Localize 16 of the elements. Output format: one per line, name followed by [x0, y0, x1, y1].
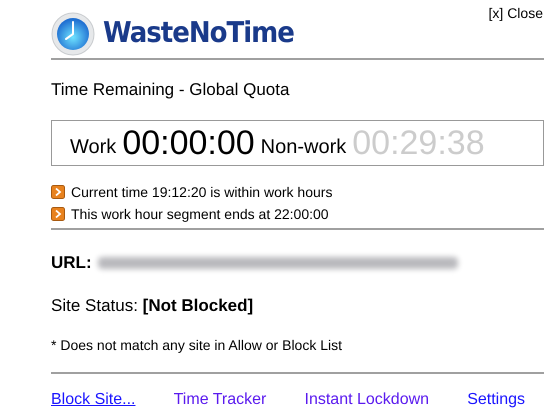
nav-link[interactable]: Block Site...: [51, 388, 136, 412]
status-note: Current time 19:12:20 is within work hours: [71, 183, 332, 201]
clock-icon: [51, 12, 95, 56]
section-heading: Time Remaining - Global Quota: [51, 79, 290, 101]
status-note: This work hour segment ends at 22:00:00: [71, 205, 329, 223]
non-work-label: Non-work: [260, 135, 346, 160]
footnote: * Does not match any site in Allow or Block List: [51, 336, 344, 355]
nav-link[interactable]: Time Tracker: [174, 388, 266, 412]
logo-text: WasteNoTime: [103, 15, 294, 52]
url-label: URL:: [51, 252, 92, 274]
close-link[interactable]: [x] Close: [488, 3, 543, 24]
nav-link[interactable]: Instant Lockdown: [304, 388, 430, 412]
site-status: Site Status: [Not Blocked]: [51, 294, 254, 316]
work-time: 00:00:00: [122, 122, 255, 164]
nav-link[interactable]: Settings: [467, 388, 525, 412]
work-label: Work: [70, 135, 116, 160]
